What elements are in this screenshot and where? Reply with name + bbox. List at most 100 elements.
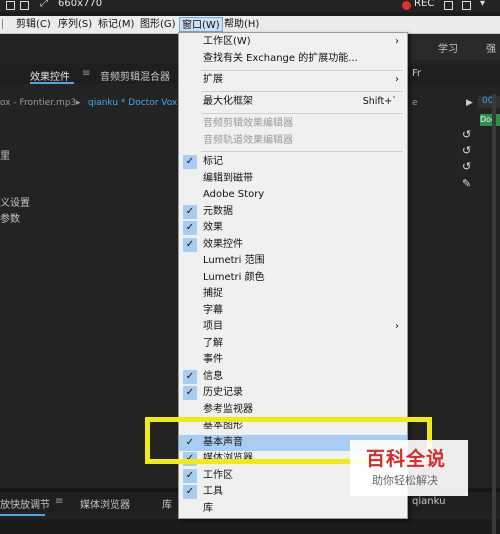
menu-item-label: 事件 (203, 354, 223, 365)
menu-window[interactable]: 窗口(W) (179, 17, 223, 32)
menu-item-label: 工作区(W) (203, 36, 251, 47)
submenu-arrow-icon: › (395, 321, 399, 332)
menu-item-label: 最大化框架 (203, 96, 253, 107)
watermark-subtitle: 助你轻松解决 (372, 474, 438, 487)
menu-separator (201, 70, 403, 71)
menu-item-effect-controls[interactable]: ✓ 效果控件 (179, 237, 407, 253)
menu-item-audio-clip-effect-editor: 音频剪辑效果编辑器 (179, 116, 407, 132)
check-icon: ✓ (183, 370, 197, 384)
menu-item-audio-track-effect-editor: 音频轨道效果编辑器 (179, 133, 407, 149)
bottom-active-tab-indicator (0, 514, 45, 516)
green-clip[interactable]: Doc (480, 114, 500, 126)
menu-sequence[interactable]: 序列(S) (56, 17, 94, 32)
menu-item-adobe-story[interactable]: Adobe Story (179, 187, 407, 203)
menu-marker[interactable]: 标记(M) (96, 17, 136, 32)
menu-item-label: 标记 (203, 156, 223, 167)
tab-learn[interactable]: 学习 (438, 40, 458, 55)
record-label: REC (414, 0, 435, 9)
menu-item-label: 音频剪辑效果编辑器 (203, 118, 293, 129)
menu-item-label: 历史记录 (203, 387, 243, 398)
tab-media-browser[interactable]: 媒体浏览器 (80, 496, 130, 511)
tab-speed-ramp[interactable]: 放快放调节 (0, 496, 50, 511)
top-right-label: 强 (486, 44, 496, 55)
menu-clip[interactable]: 剪辑(C) (14, 17, 53, 32)
capture-size-label: 660x770 (58, 0, 103, 9)
menu-item-events[interactable]: 事件 (179, 352, 407, 368)
menu-item-lumetri-scopes[interactable]: Lumetri 范围 (179, 253, 407, 269)
menu-separator (201, 113, 403, 114)
tab-separator-icon: ≡ (82, 68, 91, 79)
pen-icon[interactable]: ✎ (462, 177, 471, 190)
menu-item-libraries[interactable]: 库 (179, 501, 407, 517)
clip-name-left[interactable]: ox - Frontier.mp3 (0, 98, 76, 108)
check-icon: ✓ (183, 485, 197, 499)
menubar-divider (2, 19, 11, 29)
resize-icon[interactable]: ⤢ (40, 0, 49, 9)
menu-item-label: 查找有关 Exchange 的扩展功能... (203, 53, 358, 64)
menu-graphics[interactable]: 图形(G) (138, 17, 178, 32)
menu-item-label: 字幕 (203, 305, 223, 316)
reset-icon-2[interactable]: ↺ (462, 144, 471, 157)
right-scrollbar[interactable] (492, 94, 496, 534)
menu-item-label: Lumetri 颜色 (203, 272, 265, 283)
menu-item-label: 工作区 (203, 470, 233, 481)
menu-separator (201, 91, 403, 92)
menu-item-extensions[interactable]: 扩展 › (179, 72, 407, 88)
menu-item-label: 库 (203, 503, 213, 514)
menu-icon[interactable] (6, 1, 15, 10)
menu-item-label: 工具 (203, 486, 223, 497)
bottom-right-label: qianku (412, 496, 446, 507)
tab-audio-clip-mixer[interactable]: 音频剪辑混合器 (100, 68, 170, 83)
check-icon: ✓ (183, 469, 197, 483)
check-icon: ✓ (183, 155, 197, 169)
audio-mixer-suffix: Fr (412, 68, 422, 79)
tab-effect-controls[interactable]: 效果控件 (30, 68, 70, 83)
menu-item-lumetri-color[interactable]: Lumetri 颜色 (179, 270, 407, 286)
menu-item-history[interactable]: ✓ 历史记录 (179, 385, 407, 401)
tab-library[interactable]: 库 (162, 496, 172, 511)
menu-item-learn[interactable]: 了解 (179, 336, 407, 352)
settings-icon[interactable] (462, 1, 471, 10)
menu-item-label: 音频轨道效果编辑器 (203, 135, 293, 146)
capture-toolbar: ⤢ 660x770 REC ▾ (0, 0, 500, 12)
menu-item-label: 了解 (203, 338, 223, 349)
menu-item-label: Lumetri 范围 (203, 255, 265, 266)
record-icon[interactable] (402, 1, 411, 10)
reset-icon[interactable]: ↺ (462, 128, 471, 141)
menu-item-shortcut: Shift+` (362, 96, 397, 107)
dropdown-chevron-icon[interactable]: ▾ (480, 0, 485, 9)
side-text-1: 里 (0, 151, 10, 162)
clip-name-overflow-icon: e (412, 98, 418, 108)
menu-item-exchange[interactable]: 查找有关 Exchange 的扩展功能... (179, 51, 407, 67)
menu-item-workspace[interactable]: 工作区(W) › (179, 34, 407, 50)
menu-separator (201, 151, 403, 152)
menu-item-reference-monitor[interactable]: 参考监视器 (179, 402, 407, 418)
camera-icon[interactable] (444, 1, 453, 10)
check-icon: ✓ (183, 221, 197, 235)
menu-item-info[interactable]: ✓ 信息 (179, 369, 407, 385)
clip-arrow-icon: ▸ (76, 98, 81, 108)
menu-item-maximize-frame[interactable]: 最大化框架 Shift+` (179, 94, 407, 110)
menu-item-project[interactable]: 项目 › (179, 319, 407, 335)
menu-help[interactable]: 帮助(H) (222, 17, 261, 32)
menu-item-label: 元数据 (203, 206, 233, 217)
menu-item-edit-to-tape[interactable]: 编辑到磁带 (179, 171, 407, 187)
menu-item-capture[interactable]: 捕捉 (179, 286, 407, 302)
menu-item-captions[interactable]: 字幕 (179, 303, 407, 319)
active-tab-indicator (30, 82, 74, 84)
menu-item-label: 效果 (203, 222, 223, 233)
menu-item-metadata[interactable]: ✓ 元数据 (179, 204, 407, 220)
side-text-3: 参数 (0, 214, 20, 225)
menu-item-markers[interactable]: ✓ 标记 (179, 154, 407, 170)
check-icon: ✓ (183, 238, 197, 252)
window-icon[interactable] (20, 1, 29, 10)
submenu-arrow-icon: › (395, 36, 399, 47)
tab-menu-icon: ≡ (55, 496, 64, 507)
menu-item-label: 信息 (203, 371, 223, 382)
menu-item-label: 项目 (203, 321, 223, 332)
watermark-title: 百科全说 (366, 448, 447, 470)
menu-item-effects[interactable]: ✓ 效果 (179, 220, 407, 236)
play-icon[interactable]: ▶ (466, 98, 473, 108)
reset-icon-3[interactable]: ↺ (462, 160, 471, 173)
check-icon: ✓ (183, 205, 197, 219)
